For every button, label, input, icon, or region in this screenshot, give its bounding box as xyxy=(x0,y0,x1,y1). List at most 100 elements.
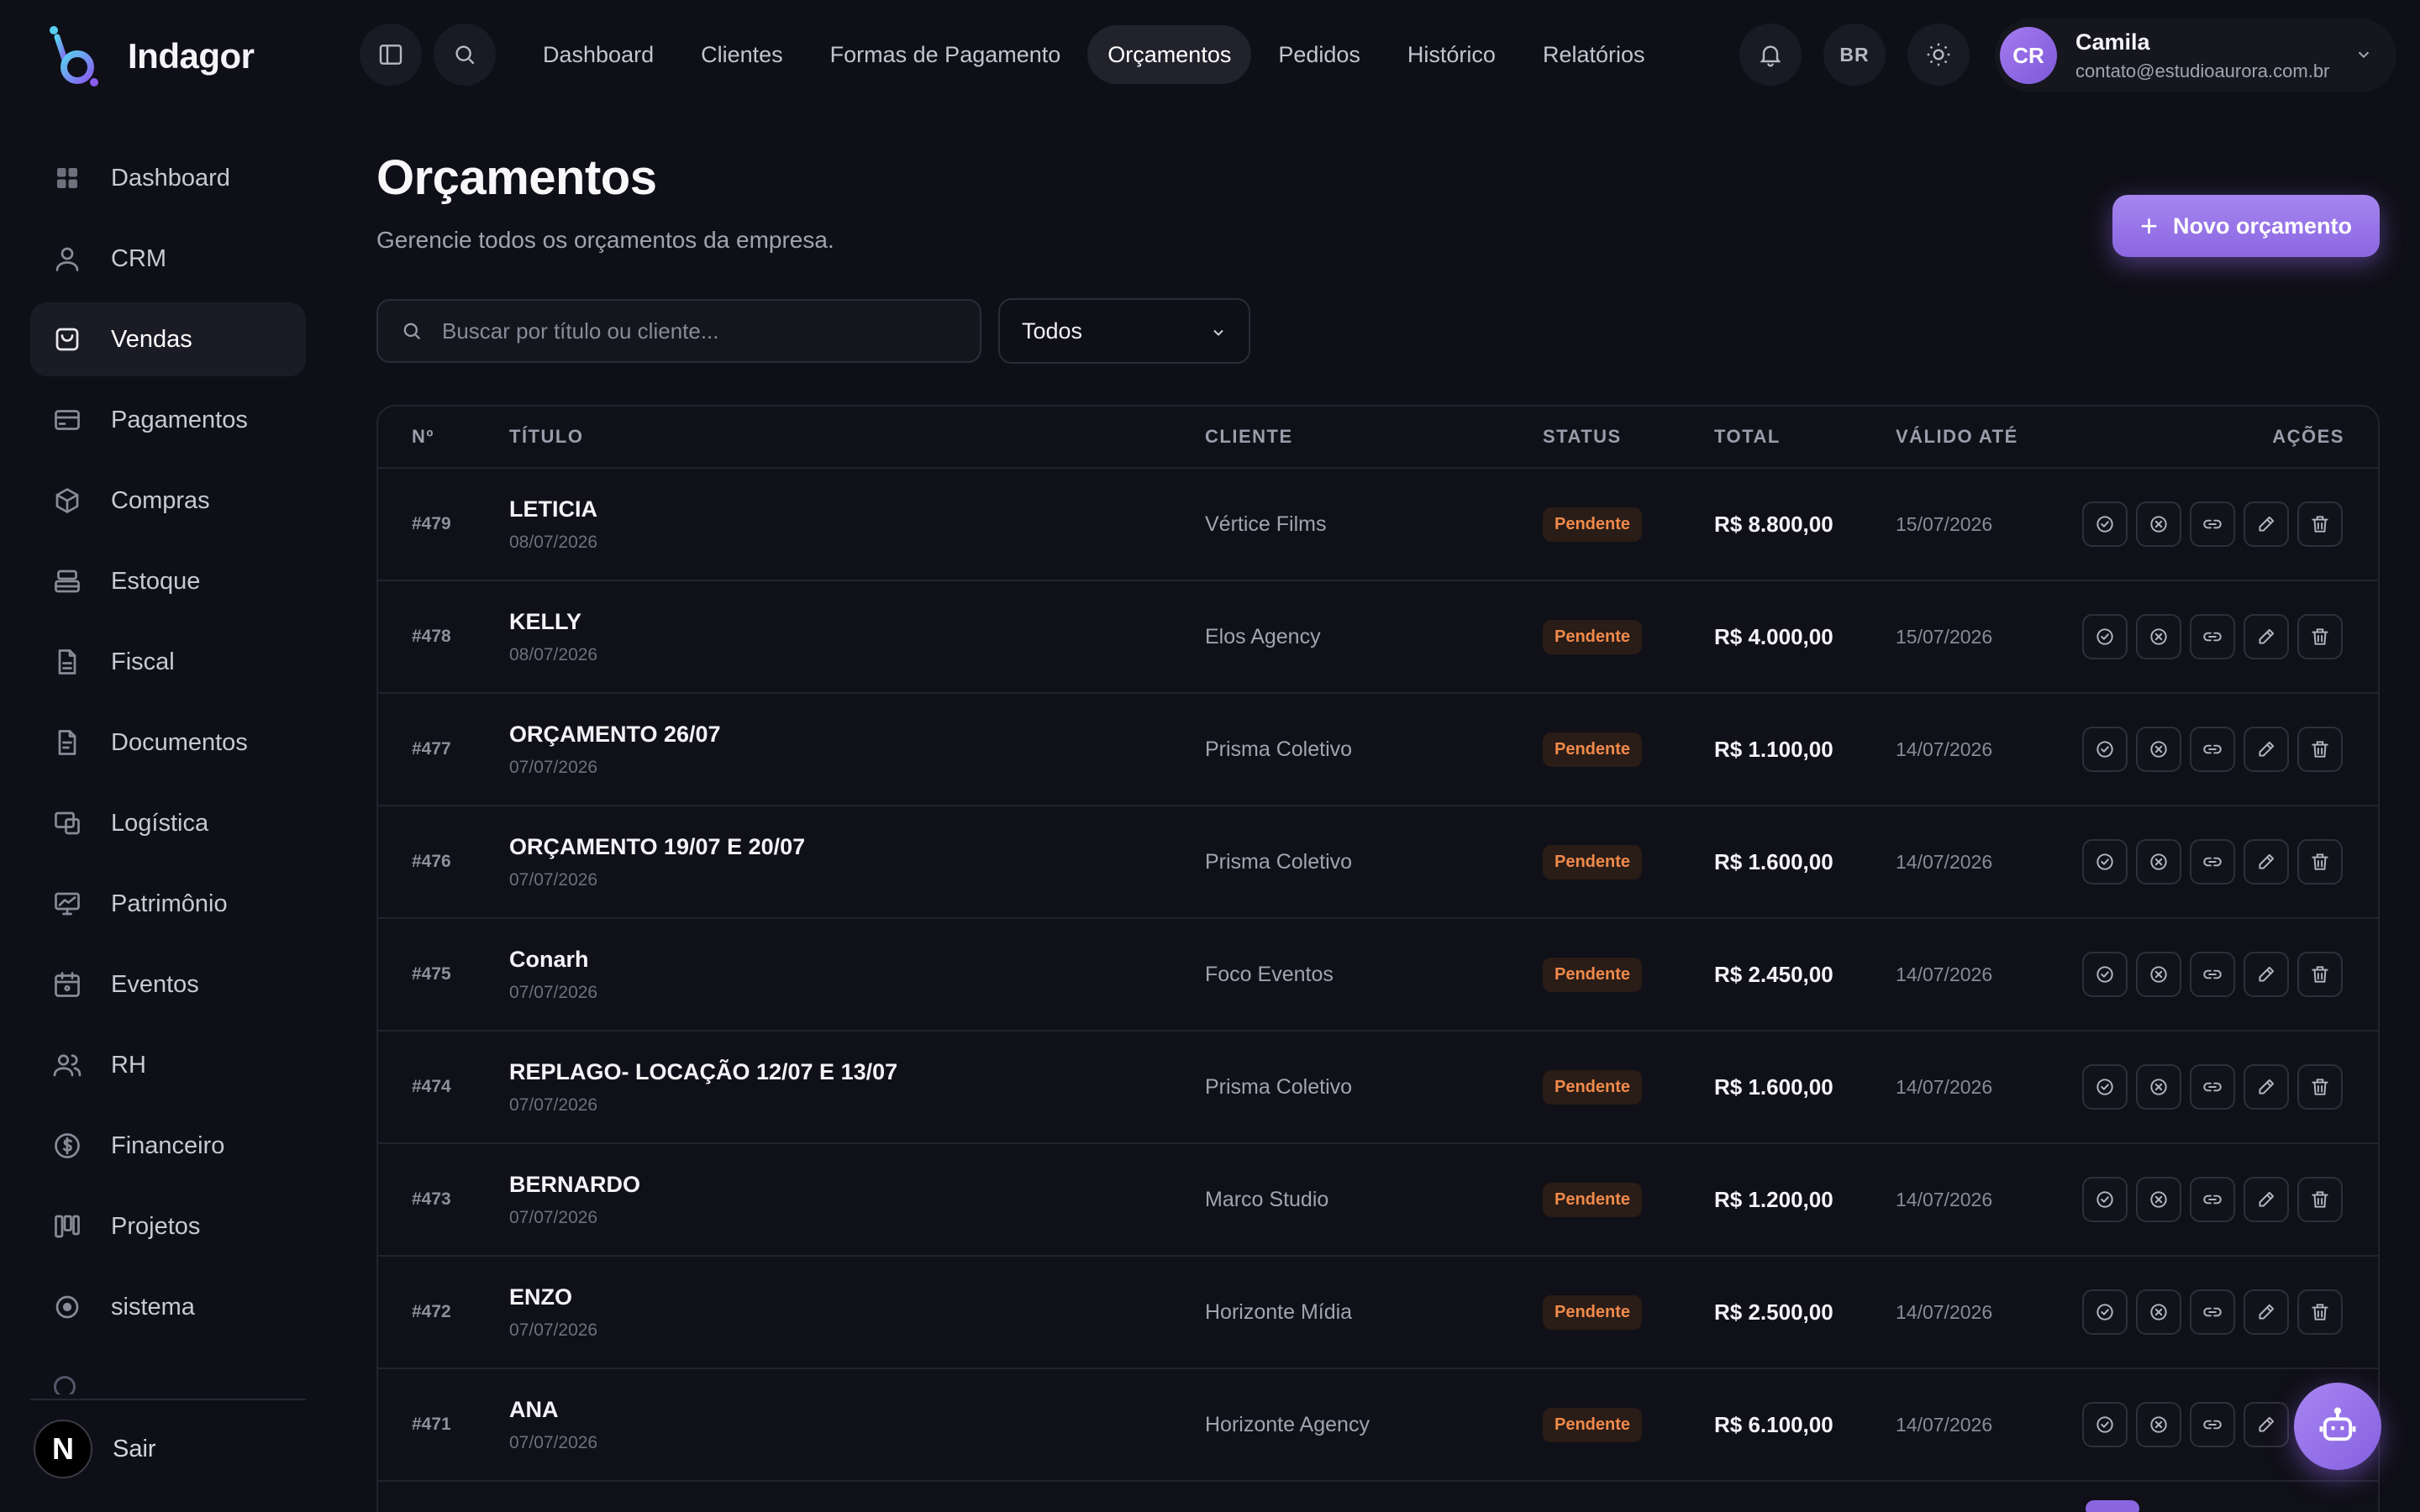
edit-button[interactable] xyxy=(2244,1402,2289,1447)
quote-number: #473 xyxy=(412,1189,451,1209)
status-filter-select[interactable]: Todos xyxy=(998,298,1250,364)
link-button[interactable] xyxy=(2190,1177,2235,1222)
tab-dashboard[interactable]: Dashboard xyxy=(523,25,674,84)
link-button[interactable] xyxy=(2190,1289,2235,1335)
trash-button[interactable] xyxy=(2297,1064,2343,1110)
table-row[interactable]: #472 ENZO 07/07/2026 Horizonte Mídia Pendent… xyxy=(378,1257,2378,1369)
approve-icon xyxy=(2096,966,2113,983)
table-row[interactable]: #474 REPLAGO- LOCAÇÃO 12/07 E 13/07 07/07/… xyxy=(378,1032,2378,1144)
edit-button[interactable] xyxy=(2244,1289,2289,1335)
tab-pedidos[interactable]: Pedidos xyxy=(1258,25,1381,84)
reject-button[interactable] xyxy=(2136,727,2181,772)
reject-button[interactable] xyxy=(2136,1064,2181,1110)
reject-button[interactable] xyxy=(2136,614,2181,659)
tab-clientes[interactable]: Clientes xyxy=(681,25,803,84)
table-row[interactable]: #475 Conarh 07/07/2026 Foco Eventos Pendente… xyxy=(378,919,2378,1032)
link-button[interactable] xyxy=(2190,839,2235,885)
quote-title-cell: ENZO 07/07/2026 xyxy=(509,1284,597,1341)
notifications-button[interactable] xyxy=(1739,24,1802,86)
trash-button[interactable] xyxy=(2297,501,2343,547)
trash-button[interactable] xyxy=(2297,839,2343,885)
edit-icon xyxy=(2259,741,2275,757)
tab-formas-de-pagamento[interactable]: Formas de Pagamento xyxy=(810,25,1081,84)
trash-button[interactable] xyxy=(2297,727,2343,772)
sidebar-item-vendas[interactable]: Vendas xyxy=(30,302,306,376)
approve-button[interactable] xyxy=(2082,614,2128,659)
quote-number: #477 xyxy=(412,739,451,759)
table-row[interactable]: #471 ANA 07/07/2026 Horizonte Agency Pendent… xyxy=(378,1369,2378,1482)
reject-button[interactable] xyxy=(2136,952,2181,997)
sidebar-item-rh[interactable]: RH xyxy=(30,1028,306,1102)
user-menu[interactable]: CR Camila contato@estudioaurora.com.br xyxy=(1995,18,2396,92)
edit-button[interactable] xyxy=(2244,839,2289,885)
quote-client: Marco Studio xyxy=(1205,1187,1329,1211)
reject-button[interactable] xyxy=(2136,1177,2181,1222)
status-cell: Pendente xyxy=(1543,1294,1643,1330)
trash-button[interactable] xyxy=(2297,614,2343,659)
search-button[interactable] xyxy=(434,24,496,86)
logout-button[interactable]: N Sair xyxy=(34,1420,156,1478)
approve-button[interactable] xyxy=(2082,1289,2128,1335)
language-button[interactable]: BR xyxy=(1823,24,1886,86)
edit-button[interactable] xyxy=(2244,501,2289,547)
trash-button[interactable] xyxy=(2297,1177,2343,1222)
link-button[interactable] xyxy=(2190,1402,2235,1447)
approve-button[interactable] xyxy=(2082,1064,2128,1110)
theme-toggle-button[interactable] xyxy=(1907,24,1970,86)
tab-relatorios[interactable]: Relatórios xyxy=(1523,25,1665,84)
approve-button[interactable] xyxy=(2082,952,2128,997)
approve-button[interactable] xyxy=(2082,727,2128,772)
sidebar-item-dashboard[interactable]: Dashboard xyxy=(30,141,306,215)
reject-button[interactable] xyxy=(2136,1289,2181,1335)
sidebar-item-crm[interactable]: CRM xyxy=(30,222,306,296)
sidebar-item-compras[interactable]: Compras xyxy=(30,464,306,538)
edit-button[interactable] xyxy=(2244,952,2289,997)
table-row[interactable]: #477 ORÇAMENTO 26/07 07/07/2026 Prisma Cole… xyxy=(378,694,2378,806)
tab-orcamentos[interactable]: Orçamentos xyxy=(1087,25,1252,84)
logo[interactable]: Indagor xyxy=(47,25,255,87)
trash-icon xyxy=(2312,741,2328,758)
sidebar-item-projetos[interactable]: Projetos xyxy=(30,1189,306,1263)
table-row[interactable]: #476 ORÇAMENTO 19/07 E 20/07 07/07/2026 Pri… xyxy=(378,806,2378,919)
quotes-table: Nº TÍTULO CLIENTE STATUS TOTAL VÁLIDO AT… xyxy=(376,405,2380,1512)
sidebar-item-estoque[interactable]: Estoque xyxy=(30,544,306,618)
trash-button[interactable] xyxy=(2297,1289,2343,1335)
link-button[interactable] xyxy=(2190,1064,2235,1110)
edit-button[interactable] xyxy=(2244,614,2289,659)
assistant-button[interactable] xyxy=(2294,1383,2381,1470)
sidebar-item-eventos[interactable]: Eventos xyxy=(30,948,306,1021)
sidebar-item-patrimonio[interactable]: Patrimônio xyxy=(30,867,306,941)
pagination-peek[interactable] xyxy=(2086,1500,2139,1512)
table-row[interactable]: #473 BERNARDO 07/07/2026 Marco Studio Penden… xyxy=(378,1144,2378,1257)
sidebar-item-sistema[interactable]: sistema xyxy=(30,1270,306,1344)
approve-button[interactable] xyxy=(2082,501,2128,547)
reject-button[interactable] xyxy=(2136,1402,2181,1447)
approve-button[interactable] xyxy=(2082,1402,2128,1447)
reject-icon xyxy=(2150,628,2167,645)
edit-button[interactable] xyxy=(2244,1177,2289,1222)
link-button[interactable] xyxy=(2190,614,2235,659)
sidebar-item-fiscal[interactable]: Fiscal xyxy=(30,625,306,699)
reject-button[interactable] xyxy=(2136,501,2181,547)
search-input[interactable] xyxy=(442,318,963,344)
link-button[interactable] xyxy=(2190,727,2235,772)
edit-button[interactable] xyxy=(2244,727,2289,772)
sidebar-item-financeiro[interactable]: Financeiro xyxy=(30,1109,306,1183)
search-field[interactable] xyxy=(376,299,981,363)
edit-button[interactable] xyxy=(2244,1064,2289,1110)
sidebar-toggle-button[interactable] xyxy=(360,24,422,86)
approve-button[interactable] xyxy=(2082,1177,2128,1222)
status-badge: Pendente xyxy=(1543,619,1643,654)
link-button[interactable] xyxy=(2190,952,2235,997)
new-quote-button[interactable]: + Novo orçamento xyxy=(2112,195,2380,257)
trash-button[interactable] xyxy=(2297,952,2343,997)
table-row[interactable]: #479 LETICIA 08/07/2026 Vértice Films Penden… xyxy=(378,469,2378,581)
table-row[interactable]: #478 KELLY 08/07/2026 Elos Agency Pendente R$… xyxy=(378,581,2378,694)
sidebar-item-logistica[interactable]: Logística xyxy=(30,786,306,860)
sidebar-item-pagamentos[interactable]: Pagamentos xyxy=(30,383,306,457)
tab-historico[interactable]: Histórico xyxy=(1387,25,1516,84)
approve-button[interactable] xyxy=(2082,839,2128,885)
sidebar-item-documentos[interactable]: Documentos xyxy=(30,706,306,780)
link-button[interactable] xyxy=(2190,501,2235,547)
reject-button[interactable] xyxy=(2136,839,2181,885)
